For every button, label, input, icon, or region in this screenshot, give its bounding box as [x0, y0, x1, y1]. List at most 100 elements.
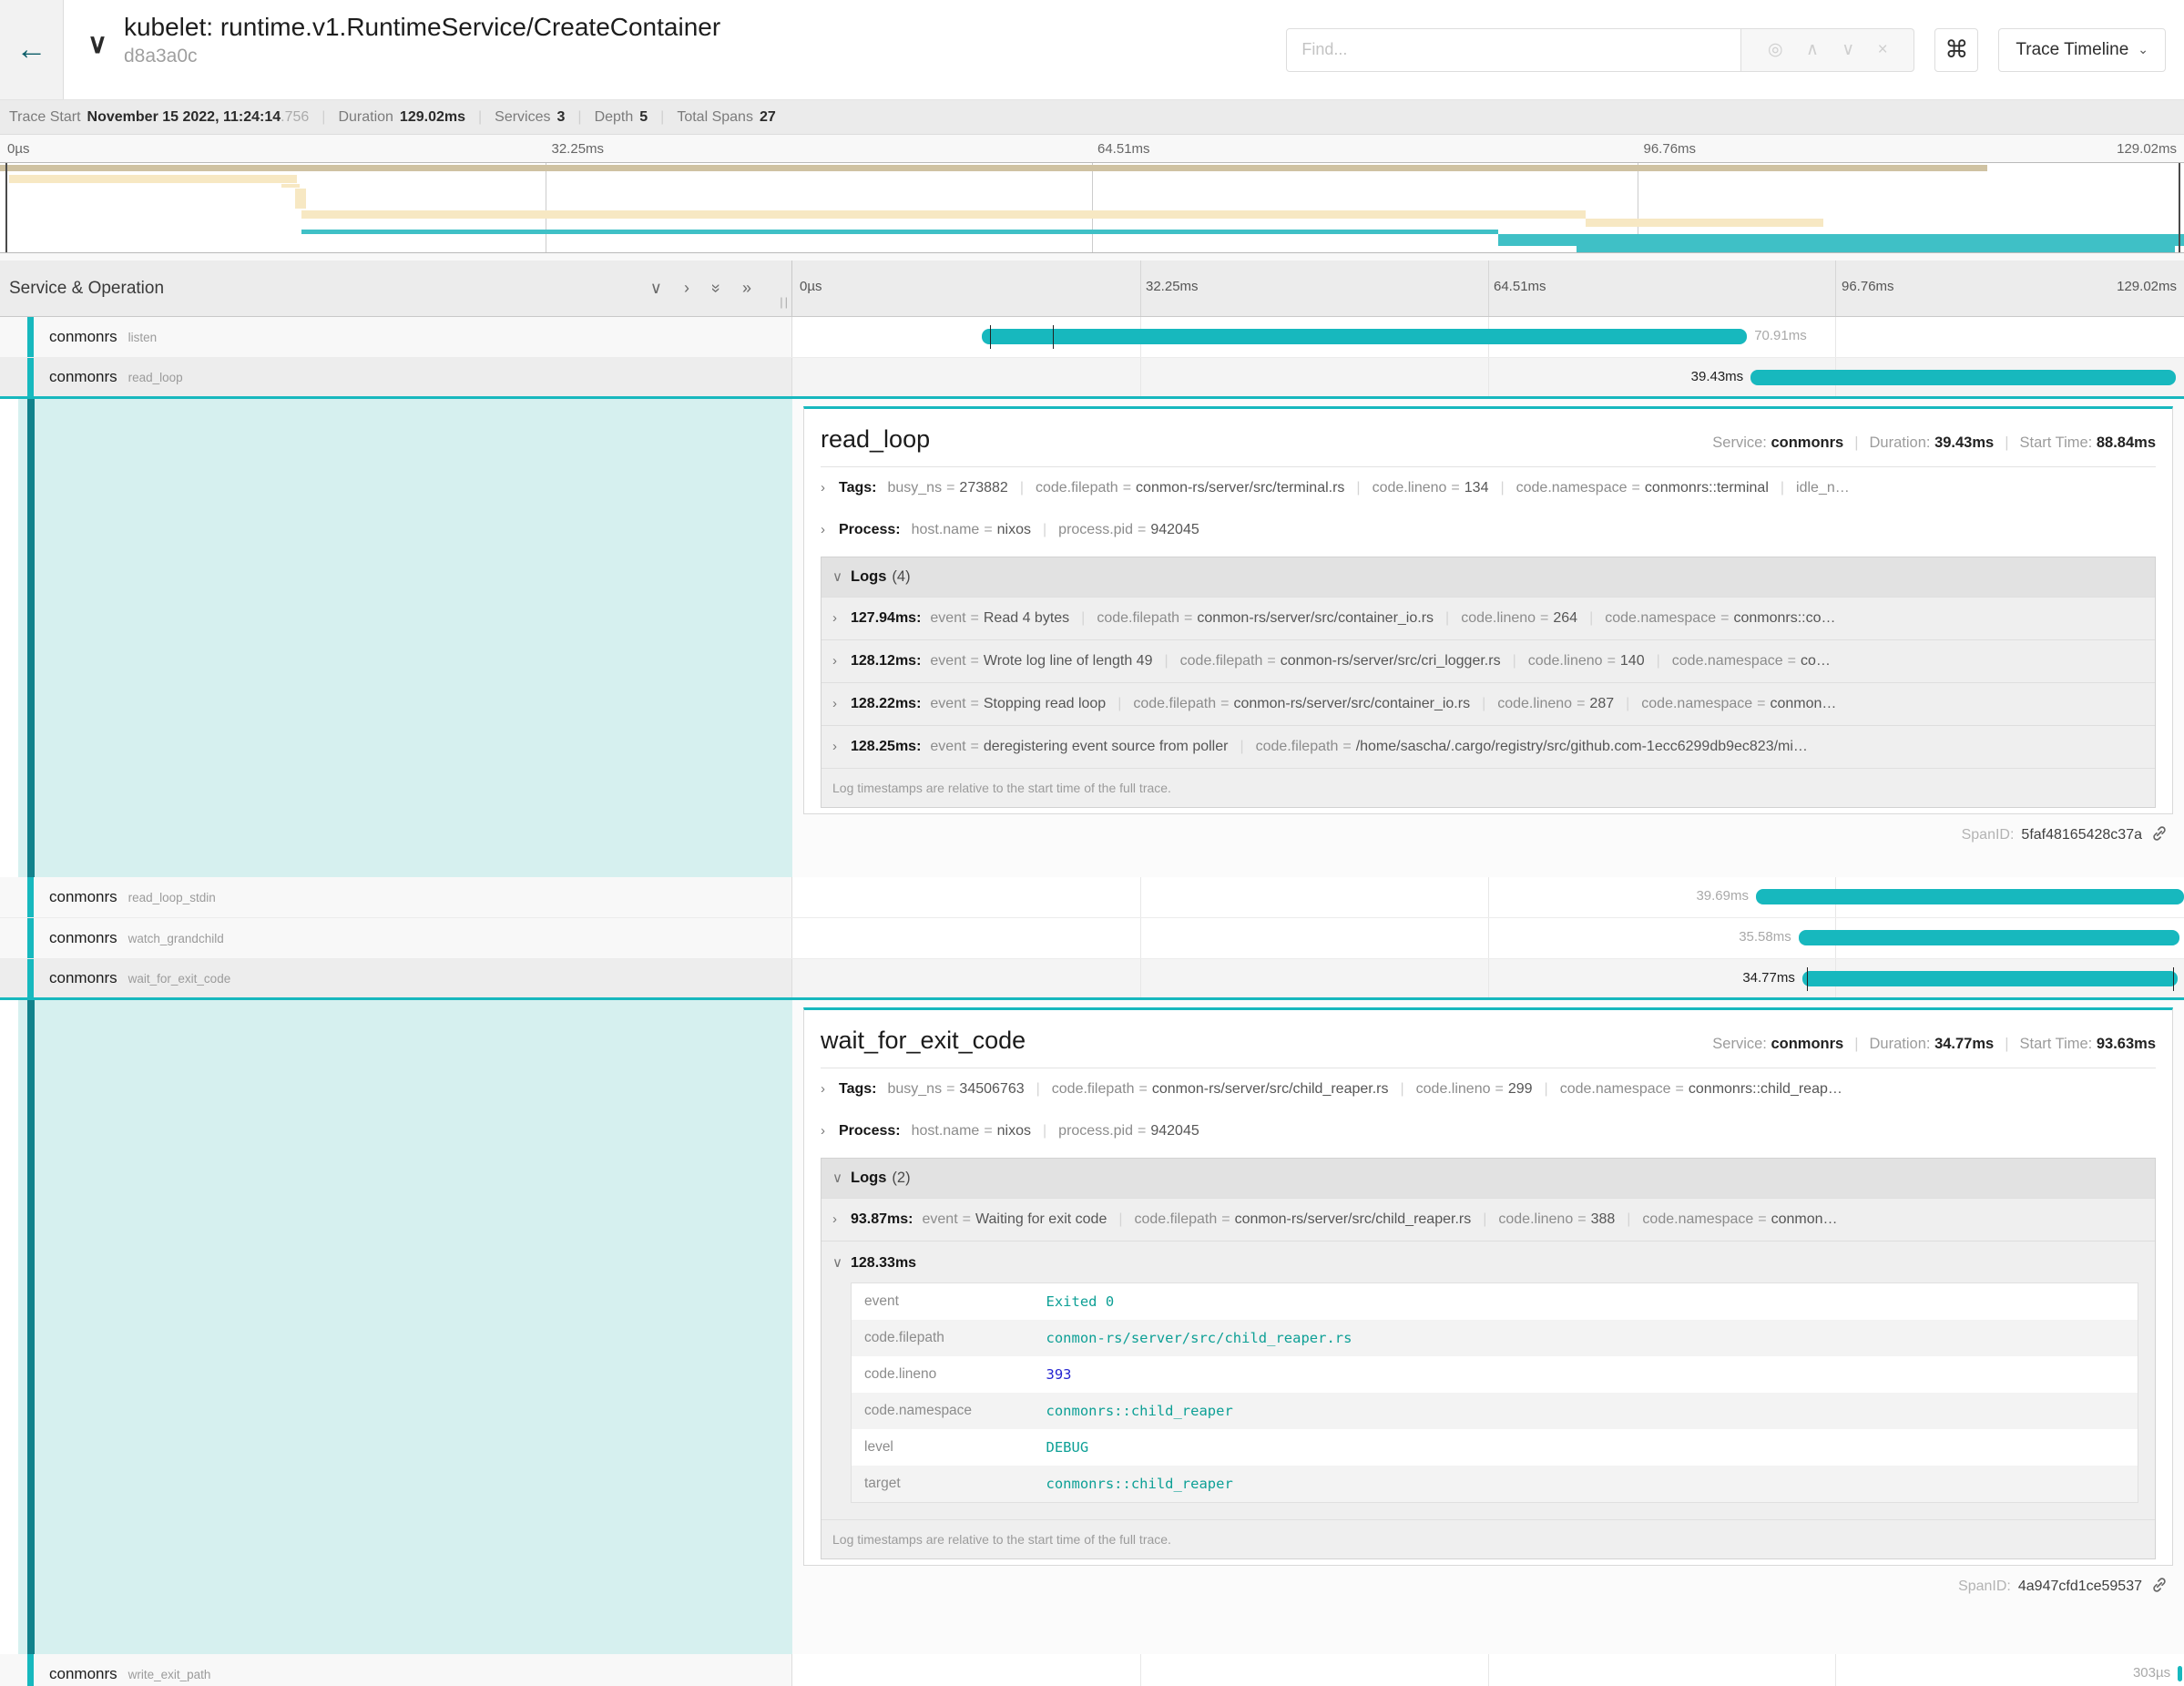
tag-chip: code.lineno=388: [1498, 1211, 1615, 1228]
span-name-cell[interactable]: conmonrsread_loop_stdin: [0, 877, 792, 917]
tags-label: Tags:: [839, 480, 876, 496]
span-detail-left-gutter: [0, 1000, 792, 1654]
separator: |: [321, 109, 325, 126]
expand-all-icon[interactable]: »: [742, 279, 751, 298]
chevron-down-icon[interactable]: ∨: [832, 1254, 851, 1271]
tags-row[interactable]: ›Tags:busy_ns=273882|code.filepath=conmo…: [821, 467, 2156, 509]
clear-search-icon[interactable]: ×: [1878, 40, 1888, 60]
equals-sign: =: [1179, 610, 1197, 626]
back-button[interactable]: ←: [0, 0, 64, 99]
chevron-down-icon[interactable]: ∨: [832, 568, 851, 585]
span-name-cell[interactable]: conmonrswrite_exit_path: [0, 1654, 792, 1686]
span-id-value: 5faf48165428c37a: [2021, 827, 2142, 843]
tags-label: Tags:: [839, 1081, 876, 1098]
info-value: 3: [557, 109, 566, 126]
tag-key: event: [930, 696, 965, 711]
tag-chip: code.filepath=conmon-rs/server/src/cri_l…: [1180, 653, 1501, 669]
span-bar-cell[interactable]: 303µs: [792, 1654, 2184, 1686]
chevron-right-icon[interactable]: ›: [821, 1081, 839, 1097]
span-bar-cell[interactable]: 35.58ms: [792, 918, 2184, 958]
log-entry[interactable]: ∨128.33mseventExited 0code.filepathconmo…: [822, 1241, 2155, 1519]
logs-header[interactable]: ∨Logs (2): [822, 1159, 2155, 1198]
span-duration-bar[interactable]: [1802, 971, 2178, 986]
trace-view-selector[interactable]: Trace Timeline ⌄: [1998, 28, 2166, 72]
log-entry[interactable]: ›127.94ms:event=Read 4 bytes|code.filepa…: [822, 597, 2155, 639]
prev-match-icon[interactable]: ∧: [1806, 39, 1819, 60]
logs-label: Logs: [851, 568, 886, 586]
chevron-right-icon[interactable]: ›: [821, 522, 839, 537]
link-icon[interactable]: [2151, 1577, 2168, 1598]
span-color-accent: [27, 877, 34, 917]
next-match-icon[interactable]: ∨: [1842, 39, 1854, 60]
chevron-down-icon[interactable]: ∨: [87, 31, 107, 58]
field-value: DEBUG: [1034, 1429, 2138, 1466]
chevron-right-icon[interactable]: ›: [832, 1211, 851, 1227]
chevron-right-icon[interactable]: ›: [832, 610, 851, 626]
minimap-tick-labels: 0µs32.25ms64.51ms96.76ms129.02ms: [0, 135, 2184, 162]
span-row[interactable]: conmonrsread_loop39.43ms: [0, 358, 2184, 399]
collapse-all-icon[interactable]: »: [706, 283, 725, 292]
span-duration-bar[interactable]: [2178, 1666, 2182, 1681]
span-bar-cell[interactable]: 39.69ms: [792, 877, 2184, 917]
tag-key: code.lineno: [1498, 1211, 1573, 1227]
equals-sign: =: [1716, 610, 1733, 626]
tags-row[interactable]: ›Tags:busy_ns=34506763|code.filepath=con…: [821, 1068, 2156, 1110]
minimap-canvas[interactable]: [0, 162, 2184, 253]
tag-chip: process.pid=942045: [1058, 1123, 1199, 1139]
log-marker-tick: [1053, 325, 1054, 349]
logs-header[interactable]: ∨Logs (4): [822, 557, 2155, 597]
chevron-right-icon[interactable]: ›: [832, 696, 851, 711]
keyboard-shortcuts-button[interactable]: ⌘: [1934, 28, 1978, 72]
span-bar-cell[interactable]: 34.77ms: [792, 959, 2184, 997]
span-bar-cell[interactable]: 39.43ms: [792, 358, 2184, 396]
chevron-right-icon[interactable]: ›: [821, 1123, 839, 1139]
find-input[interactable]: [1286, 28, 1741, 72]
span-row[interactable]: conmonrswrite_exit_path303µs: [0, 1654, 2184, 1686]
span-name-cell[interactable]: conmonrsread_loop: [0, 358, 792, 396]
span-rows: conmonrslisten70.91msconmonrsread_loop39…: [0, 317, 2184, 1686]
span-name-cell[interactable]: conmonrswait_for_exit_code: [0, 959, 792, 997]
expand-one-icon[interactable]: ›: [684, 279, 689, 298]
process-row[interactable]: ›Process:host.name=nixos|process.pid=942…: [821, 509, 2156, 551]
span-row[interactable]: conmonrswait_for_exit_code34.77ms: [0, 959, 2184, 1000]
collapse-one-icon[interactable]: ∨: [650, 279, 662, 298]
process-label: Process:: [839, 522, 901, 538]
span-duration-bar[interactable]: [1750, 370, 2176, 385]
chevron-down-icon[interactable]: ∨: [832, 1170, 851, 1186]
log-entry[interactable]: ›128.22ms:event=Stopping read loop|code.…: [822, 682, 2155, 725]
log-entry[interactable]: ›93.87ms:event=Waiting for exit code|cod…: [822, 1198, 2155, 1241]
process-row[interactable]: ›Process:host.name=nixos|process.pid=942…: [821, 1110, 2156, 1152]
chevron-right-icon[interactable]: ›: [832, 739, 851, 754]
separator: |: [1545, 1081, 1548, 1098]
table-row: levelDEBUG: [852, 1429, 2138, 1466]
locate-icon[interactable]: ◎: [1768, 39, 1783, 60]
tag-key: busy_ns: [887, 480, 942, 496]
span-duration-bar[interactable]: [1799, 930, 2180, 945]
separator: |: [1118, 696, 1121, 712]
span-duration-bar[interactable]: [1756, 889, 2184, 904]
tag-chip: code.lineno=287: [1497, 696, 1614, 712]
separator: |: [1657, 653, 1660, 669]
span-bar-cell[interactable]: 70.91ms: [792, 317, 2184, 357]
span-name-cell[interactable]: conmonrswatch_grandchild: [0, 918, 792, 958]
link-icon[interactable]: [2151, 825, 2168, 846]
minimap-drag-handle-right[interactable]: [2179, 163, 2180, 252]
span-row[interactable]: conmonrsread_loop_stdin39.69ms: [0, 877, 2184, 918]
span-row[interactable]: conmonrswatch_grandchild35.58ms: [0, 918, 2184, 959]
chevron-right-icon[interactable]: ›: [821, 480, 839, 496]
span-name-cell[interactable]: conmonrslisten: [0, 317, 792, 357]
log-entry[interactable]: ›128.12ms:event=Wrote log line of length…: [822, 639, 2155, 682]
minimap-drag-handle-left[interactable]: [5, 163, 7, 252]
separator: |: [2005, 434, 2008, 451]
separator: |: [1043, 1123, 1046, 1139]
separator: |: [1854, 1036, 1858, 1052]
span-row[interactable]: conmonrslisten70.91ms: [0, 317, 2184, 358]
column-resize-grip[interactable]: ||: [780, 295, 790, 309]
chevron-right-icon[interactable]: ›: [832, 653, 851, 669]
tag-key: code.lineno: [1416, 1081, 1491, 1097]
logs-label: Logs: [851, 1170, 886, 1187]
span-detail-header: wait_for_exit_codeService: conmonrs|Dura…: [821, 1012, 2156, 1068]
log-entry[interactable]: ›128.25ms:event=deregistering event sour…: [822, 725, 2155, 768]
tag-key: code.filepath: [1036, 480, 1118, 496]
span-duration-bar[interactable]: [982, 329, 1747, 344]
